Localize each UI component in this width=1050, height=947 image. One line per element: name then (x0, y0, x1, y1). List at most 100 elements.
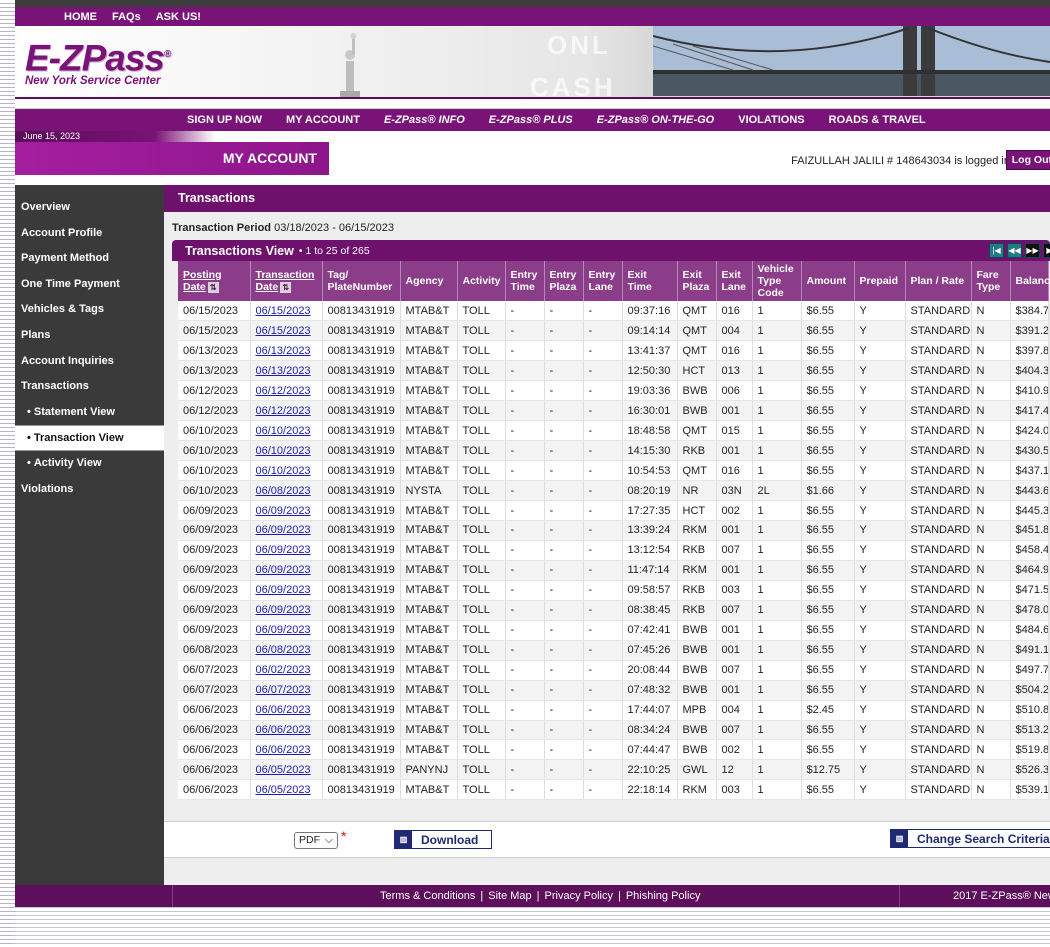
table-cell: 13:41:37 (622, 340, 678, 362)
table-cell: $6.55 (801, 680, 855, 701)
sidebar-item-statement-view[interactable]: • Statement View (15, 400, 164, 426)
sidebar-item-plans[interactable]: Plans (15, 323, 164, 349)
table-cell: Y (854, 700, 906, 721)
table-cell: 001 (716, 680, 753, 701)
transaction-date-link[interactable]: 06/06/2023 (256, 744, 311, 756)
utility-faqs-link[interactable]: FAQs (112, 11, 141, 23)
transaction-date-link[interactable]: 06/12/2023 (256, 405, 311, 417)
transaction-date-link[interactable]: 06/12/2023 (256, 385, 311, 397)
transaction-date-link[interactable]: 06/06/2023 (256, 704, 311, 716)
transaction-date-link[interactable]: 06/08/2023 (256, 485, 311, 497)
nav-ezpass-on-the-go[interactable]: E-ZPass® ON-THE-GO (597, 114, 715, 126)
transaction-date-link[interactable]: 06/09/2023 (256, 505, 311, 517)
sidebar-item-payment-method[interactable]: Payment Method (15, 246, 164, 272)
sidebar-item-one-time-payment[interactable]: One Time Payment (15, 272, 164, 298)
table-cell: Y (854, 640, 906, 661)
table-row: 06/13/2023 06/13/2023 00813431919 MTAB&T TOL… (178, 360, 1049, 382)
nav-ezpass-plus[interactable]: E-ZPass® PLUS (489, 114, 573, 126)
transaction-date-link[interactable]: 06/09/2023 (256, 584, 311, 596)
table-cell: MTAB&T (400, 460, 458, 482)
transaction-date-link[interactable]: 06/09/2023 (256, 604, 311, 616)
toll-graphic-image: ONL CASH (530, 30, 613, 97)
sidebar-item-overview[interactable]: Overview (15, 195, 164, 221)
logout-button[interactable]: Log Out (1005, 150, 1050, 170)
sidebar-item-transaction-view[interactable]: • Transaction View (15, 425, 164, 451)
footer-site-map-link[interactable]: Site Map (488, 890, 531, 902)
nav-sign-up-now[interactable]: SIGN UP NOW (187, 114, 262, 126)
download-button[interactable]: ▥ Download (394, 830, 492, 849)
table-cell: 10:54:53 (622, 460, 678, 482)
table-row: 06/06/2023 06/06/2023 00813431919 MTAB&T TOL… (178, 700, 1049, 721)
table-row: 06/06/2023 06/05/2023 00813431919 PANYNJ TOL… (178, 759, 1049, 781)
footer-links: Terms & Conditions | Site Map | Privacy Poli… (380, 890, 700, 902)
sort-icon[interactable]: ⇅ (280, 281, 292, 293)
table-row: 06/10/2023 06/10/2023 00813431919 MTAB&T TOL… (178, 420, 1049, 442)
transaction-date-link[interactable]: 06/08/2023 (256, 644, 311, 656)
column-header-posting-date[interactable]: Posting Date ⇅ (178, 261, 251, 301)
table-cell: 00813431919 (322, 600, 401, 621)
table-cell: 00813431919 (322, 660, 401, 681)
utility-nav: HOME FAQs ASK US! (15, 7, 1050, 26)
transaction-date-link[interactable]: 06/05/2023 (256, 784, 311, 796)
last-page-icon[interactable]: ▶| (1043, 243, 1050, 258)
table-cell: Y (854, 560, 906, 581)
export-format-select[interactable]: PDF ⌵ (294, 832, 338, 849)
table-cell: - (583, 660, 623, 681)
transaction-date-link[interactable]: 06/09/2023 (256, 564, 311, 576)
sort-icon[interactable]: ⇅ (207, 281, 219, 293)
transaction-date-link[interactable]: 06/15/2023 (256, 325, 311, 337)
transaction-date-link[interactable]: 06/09/2023 (256, 544, 311, 556)
sidebar-item-transactions[interactable]: Transactions (15, 374, 164, 400)
table-cell: 00813431919 (322, 520, 401, 541)
sidebar-item-vehicles-tags[interactable]: Vehicles & Tags (15, 297, 164, 323)
nav-ezpass-info[interactable]: E-ZPass® INFO (384, 114, 465, 126)
next-page-icon[interactable]: ▶▶ (1025, 243, 1040, 258)
transaction-date-link[interactable]: 06/15/2023 (256, 305, 311, 317)
sidebar-item-activity-view[interactable]: • Activity View (15, 451, 164, 477)
transaction-date-link[interactable]: 06/06/2023 (256, 724, 311, 736)
table-cell: $6.55 (801, 520, 855, 541)
first-page-icon[interactable]: |◀ (989, 243, 1004, 258)
transaction-date-link[interactable]: 06/07/2023 (256, 684, 311, 696)
table-header-row: Posting Date ⇅ Transaction Date ⇅ Tag/ Plate… (178, 261, 1050, 301)
table-cell: $391.28 (1010, 320, 1049, 342)
sidebar-item-account-profile[interactable]: Account Profile (15, 221, 164, 247)
change-search-criteria-button[interactable]: ▥ Change Search Criteria (890, 829, 1050, 848)
table-cell: Y (854, 779, 906, 801)
table-cell: - (544, 779, 584, 801)
nav-my-account[interactable]: MY ACCOUNT (286, 114, 360, 126)
table-cell: - (544, 520, 584, 541)
previous-page-icon[interactable]: ◀◀ (1007, 243, 1022, 258)
table-cell: MTAB&T (400, 739, 458, 761)
table-cell: 13:12:54 (622, 540, 678, 561)
utility-ask-us-link[interactable]: ASK US! (156, 11, 201, 23)
transaction-date-link[interactable]: 06/10/2023 (256, 445, 311, 457)
transaction-date-link[interactable]: 06/09/2023 (256, 624, 311, 636)
column-header-transaction-date[interactable]: Transaction Date ⇅ (250, 261, 323, 301)
table-cell: TOLL (457, 360, 506, 382)
transaction-date-link[interactable]: 06/10/2023 (256, 465, 311, 477)
transaction-date-link[interactable]: 06/09/2023 (256, 524, 311, 536)
sidebar-item-violations[interactable]: Violations (15, 477, 164, 503)
table-cell: 1 (752, 620, 802, 641)
nav-roads-travel[interactable]: ROADS & TRAVEL (829, 114, 926, 126)
transaction-date-link[interactable]: 06/13/2023 (256, 345, 311, 357)
transaction-date-link[interactable]: 06/02/2023 (256, 664, 311, 676)
table-cell: 09:37:16 (622, 301, 678, 322)
sidebar-item-account-inquiries[interactable]: Account Inquiries (15, 349, 164, 375)
transactions-table: Posting Date ⇅ Transaction Date ⇅ Tag/ Plate… (178, 261, 1050, 801)
nav-violations[interactable]: VIOLATIONS (738, 114, 804, 126)
footer-terms-link[interactable]: Terms & Conditions (380, 890, 475, 902)
utility-home-link[interactable]: HOME (64, 11, 97, 23)
footer-privacy-link[interactable]: Privacy Policy (545, 890, 613, 902)
transaction-date-link[interactable]: 06/13/2023 (256, 365, 311, 377)
table-cell: MTAB&T (400, 320, 458, 342)
table-row: 06/15/2023 06/15/2023 00813431919 MTAB&T TOL… (178, 301, 1049, 322)
transaction-date-link[interactable]: 06/05/2023 (256, 764, 311, 776)
table-cell: TOLL (457, 640, 506, 661)
ezpass-logo[interactable]: E-ZPass® New York Service Center (25, 38, 200, 87)
site-frame: HOME FAQs ASK US! E-ZPass® New York Serv… (15, 7, 1050, 907)
transaction-date-link[interactable]: 06/10/2023 (256, 425, 311, 437)
sidebar-item-label: Account Inquiries (21, 354, 114, 367)
footer-phishing-link[interactable]: Phishing Policy (626, 890, 701, 902)
